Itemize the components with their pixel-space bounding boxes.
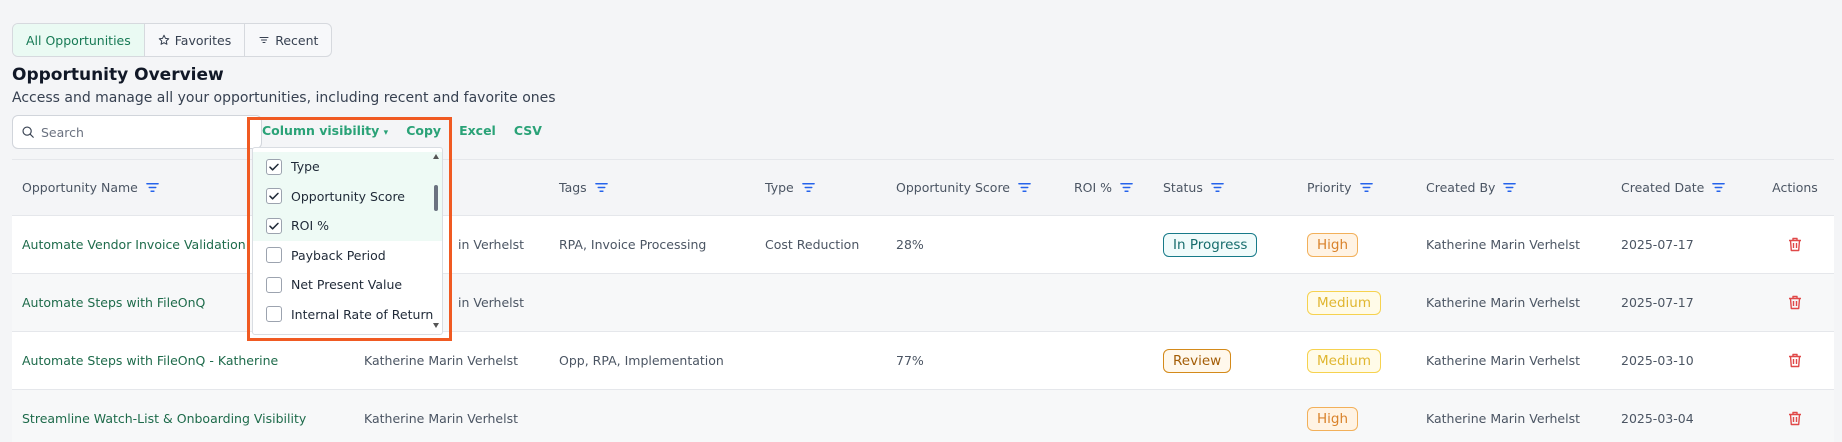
priority-badge: Medium (1307, 348, 1381, 373)
column-label: Opportunity Score (896, 180, 1010, 195)
csv-button[interactable]: CSV (514, 123, 542, 138)
checkbox[interactable] (266, 247, 282, 264)
column-toggle-type[interactable]: Type (253, 152, 442, 182)
scroll-down-arrow-icon[interactable] (433, 323, 439, 328)
score-cell: 77% (896, 353, 924, 368)
column-toggle-opportunity-score[interactable]: Opportunity Score (253, 181, 442, 211)
created-date-cell: 2025-07-17 (1621, 295, 1694, 310)
column-toggle-net-present-value[interactable]: Net Present Value (253, 270, 442, 300)
column-toggle-label: Net Present Value (291, 277, 403, 293)
created-date-cell: 2025-03-04 (1621, 411, 1694, 426)
column-label: Status (1163, 180, 1203, 195)
checkbox[interactable] (266, 306, 282, 323)
column-toggle-label: Internal Rate of Return (291, 306, 434, 322)
filter-icon[interactable] (1712, 182, 1726, 193)
search-input[interactable] (41, 124, 241, 140)
column-header-tags[interactable]: Tags (549, 180, 755, 195)
column-label: Tags (559, 180, 587, 195)
owner-cell: Katherine Marin Verhelst (364, 353, 518, 368)
search-box (12, 115, 262, 149)
trash-icon[interactable] (1788, 295, 1802, 310)
page-subtitle: Access and manage all your opportunities… (12, 90, 556, 106)
created-by-cell: Katherine Marin Verhelst (1426, 295, 1580, 310)
opportunity-name-link[interactable]: Automate Vendor Invoice Validation (22, 237, 246, 252)
column-header-priority[interactable]: Priority (1297, 180, 1416, 195)
check-icon (269, 222, 279, 230)
checkbox[interactable] (266, 276, 282, 293)
tab-recent[interactable]: Recent (245, 24, 331, 56)
scrollbar-thumb[interactable] (434, 185, 438, 211)
column-label: Type (765, 180, 794, 195)
opportunity-name-link[interactable]: Automate Steps with FileOnQ - Katherine (22, 353, 278, 368)
owner-cell: Katherine Marin Verhelst (364, 411, 518, 426)
type-cell: Cost Reduction (765, 237, 860, 252)
opportunity-name-link[interactable]: Streamline Watch-List & Onboarding Visib… (22, 411, 306, 426)
filter-icon[interactable] (1503, 182, 1517, 193)
column-toggle-label: Opportunity Score (291, 188, 405, 204)
created-date-cell: 2025-07-17 (1621, 237, 1694, 252)
checkbox[interactable] (266, 188, 282, 205)
filter-icon[interactable] (1120, 182, 1133, 193)
column-toggle-internal-rate-of-return[interactable]: Internal Rate of Return (253, 300, 442, 330)
star-icon (158, 34, 170, 45)
column-toggle-payback-period[interactable]: Payback Period (253, 241, 442, 271)
column-toggle-label: ROI % (291, 218, 330, 234)
tab-label: Recent (275, 32, 319, 48)
tab-label: Favorites (174, 32, 232, 48)
priority-badge: High (1307, 232, 1359, 257)
column-label: Opportunity Name (22, 180, 138, 195)
column-label: Created By (1426, 180, 1496, 195)
column-header-roi[interactable]: ROI % (1064, 180, 1153, 195)
column-header-status[interactable]: Status (1153, 180, 1297, 195)
tags-cell: RPA, Invoice Processing (559, 237, 707, 252)
tab-label: All Opportunities (26, 32, 131, 48)
filter-icon[interactable] (594, 182, 608, 193)
checkbox[interactable] (266, 217, 282, 234)
trash-icon[interactable] (1788, 353, 1802, 368)
column-label: Actions (1772, 180, 1818, 195)
column-visibility-menu: Type Opportunity Score ROI % Payback Per… (252, 147, 443, 335)
excel-button[interactable]: Excel (459, 123, 496, 138)
column-toggle-label: Type (291, 159, 320, 175)
column-header-created-by[interactable]: Created By (1416, 180, 1611, 195)
status-badge: Review (1163, 348, 1232, 373)
tags-cell: Opp, RPA, Implementation (559, 353, 724, 368)
checkbox[interactable] (266, 158, 282, 175)
tab-all-opportunities[interactable]: All Opportunities (13, 24, 145, 56)
column-label: Priority (1307, 180, 1352, 195)
priority-badge: High (1307, 406, 1359, 431)
priority-badge: Medium (1307, 290, 1381, 315)
filter-icon[interactable] (1211, 182, 1224, 193)
status-badge: In Progress (1163, 232, 1258, 257)
created-date-cell: 2025-03-10 (1621, 353, 1694, 368)
score-cell: 28% (896, 237, 924, 252)
search-icon (22, 126, 34, 138)
column-label: Created Date (1621, 180, 1705, 195)
trash-icon[interactable] (1788, 237, 1802, 252)
column-label: ROI % (1074, 180, 1113, 195)
column-header-created-date[interactable]: Created Date (1611, 180, 1756, 195)
column-toggle-label: Payback Period (291, 247, 386, 263)
created-by-cell: Katherine Marin Verhelst (1426, 237, 1580, 252)
check-icon (269, 163, 279, 171)
column-header-opportunity-score[interactable]: Opportunity Score (886, 180, 1064, 195)
created-by-cell: Katherine Marin Verhelst (1426, 411, 1580, 426)
filter-icon[interactable] (1018, 182, 1031, 193)
table-row: Streamline Watch-List & Onboarding Visib… (12, 389, 1834, 442)
filter-icon[interactable] (146, 182, 159, 193)
column-header-type[interactable]: Type (755, 180, 886, 195)
tab-favorites[interactable]: Favorites (145, 24, 246, 56)
trash-icon[interactable] (1788, 411, 1802, 426)
column-header-actions: Actions (1756, 180, 1834, 195)
column-toggle-roi[interactable]: ROI % (253, 211, 442, 241)
filter-icon[interactable] (1359, 182, 1373, 193)
scroll-up-arrow-icon[interactable] (433, 154, 439, 159)
page-title: Opportunity Overview (12, 65, 224, 85)
check-icon (269, 192, 279, 200)
opportunity-name-link[interactable]: Automate Steps with FileOnQ (22, 295, 205, 310)
view-tabs: All Opportunities Favorites Recent (12, 23, 333, 57)
sort-icon (259, 36, 269, 44)
filter-icon[interactable] (801, 182, 815, 193)
created-by-cell: Katherine Marin Verhelst (1426, 353, 1580, 368)
